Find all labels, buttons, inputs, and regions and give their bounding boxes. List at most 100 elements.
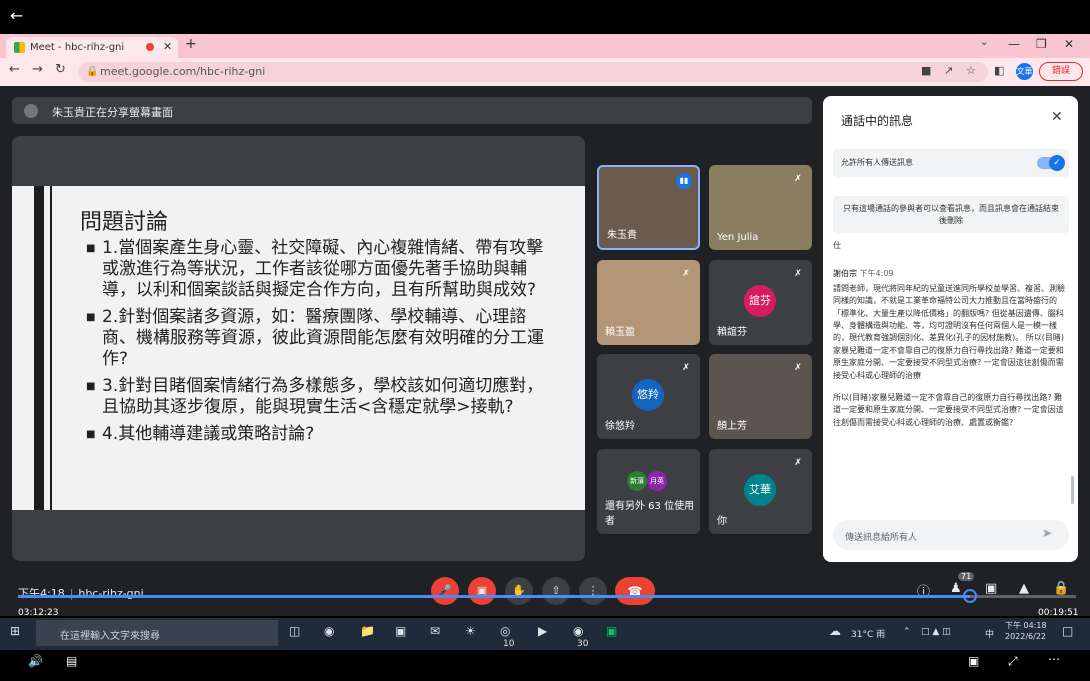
tab-list-chevron-icon[interactable]: ⌄ <box>980 37 988 48</box>
store-icon[interactable]: ▣ <box>395 624 406 638</box>
participant-chip: 月英 <box>647 471 667 491</box>
participant-tile[interactable]: ✗ 顏上芳 <box>709 354 812 439</box>
taskbar-search[interactable]: 在這裡輸入文字來搜尋 <box>36 620 278 646</box>
camera-off-button[interactable]: ▣ <box>468 577 496 605</box>
chat-sender-row: 謝伯宗 下午4:09 <box>833 268 1069 280</box>
slide-bullet: 4.其他輔導建議或策略討論? <box>86 424 546 445</box>
volume-icon[interactable]: 🔊 <box>28 654 43 668</box>
windows-start-icon[interactable]: ⊞ <box>10 624 20 638</box>
slide-title: 問題討論 <box>80 210 169 235</box>
task-view-icon[interactable]: ◫ <box>289 624 300 638</box>
self-tile[interactable]: ✗ 艾華 你 <box>709 449 812 534</box>
browser-error-button[interactable]: 錯誤 <box>1039 62 1083 81</box>
clock-date: 2022/6/22 <box>1005 632 1047 641</box>
pip-icon[interactable]: ▣ <box>968 654 979 668</box>
chat-scrollbar[interactable] <box>1071 476 1074 504</box>
presenter-bar: 朱玉貴正在分享螢幕畫面 <box>12 97 812 124</box>
elapsed-time: 03:12:23 <box>18 608 59 618</box>
host-controls-icon[interactable]: 🔒 <box>1053 581 1069 596</box>
weather-icon: ☁ <box>829 624 841 638</box>
tray-icons[interactable]: □ ▲ ◫ <box>921 627 951 637</box>
chat-panel: 通話中的訊息 ✕ 允許所有人傳送訊息 ✓ 只有這場通話的參與者可以查看訊息，而且… <box>823 96 1078 562</box>
participant-tile[interactable]: ✗ Yen Julia <box>709 165 812 250</box>
participant-tile[interactable]: ▮▮ 朱玉貴 <box>597 165 700 250</box>
more-participants-label: 還有另外 63 位使用者 <box>605 501 695 527</box>
participant-name: Yen Julia <box>717 232 759 243</box>
shared-slide: 問題討論 1.當個案產生身心靈、社交障礙、內心複雜情緒、帶有攻擊或激進行為等狀況… <box>12 186 585 510</box>
mic-off-icon: ✗ <box>682 269 690 279</box>
participant-tile[interactable]: ✗ 悠羚 徐悠羚 <box>597 354 700 439</box>
participant-name: 朱玉貴 <box>607 230 637 241</box>
window-close-icon[interactable]: ✕ <box>1064 37 1074 51</box>
browser-tab[interactable]: Meet - hbc-rihz-gni ✕ <box>6 37 178 58</box>
url-field[interactable]: meet.google.com/hbc-rihz-gni <box>78 62 988 82</box>
captions-icon[interactable]: ▤ <box>66 654 77 668</box>
chat-messages[interactable]: 仕 謝伯宗 下午4:09 請問老師，現代將同年紀的兒童送進同所學校並學習、複習、… <box>833 240 1069 515</box>
tab-close-icon[interactable]: ✕ <box>163 40 172 53</box>
weather-text: 31°C 雨 <box>851 630 886 640</box>
mic-off-icon: ✗ <box>682 363 690 373</box>
chat-input[interactable]: 傳送訊息給所有人 <box>833 520 1069 550</box>
participant-tile[interactable]: ✗ 賴玉盈 <box>597 260 700 345</box>
send-icon[interactable]: ➤ <box>1042 526 1052 540</box>
play-icon[interactable]: ▶ <box>538 624 547 638</box>
allow-messages-toggle[interactable]: ✓ <box>1037 155 1065 171</box>
file-explorer-icon[interactable]: 📁 <box>360 624 375 638</box>
slide-bullet: 1.當個案產生身心靈、社交障礙、內心複雜情緒、帶有攻擊或激進行為等狀況，工作者該… <box>86 238 546 301</box>
slide-bullets: 1.當個案產生身心靈、社交障礙、內心複雜情緒、帶有攻擊或激進行為等狀況，工作者該… <box>86 238 546 451</box>
speaking-icon: ▮▮ <box>676 173 692 189</box>
remaining-time: 00:19:51 <box>1038 608 1079 618</box>
bookmark-star-icon[interactable]: ☆ <box>966 64 976 77</box>
participant-avatar: 悠羚 <box>632 379 664 411</box>
participant-name: 賴玉盈 <box>605 327 635 338</box>
top-black-bar: ← <box>0 0 1090 34</box>
app-icon[interactable]: ☀ <box>465 624 476 638</box>
slide-bullet: 3.針對目睹個案情緒行為多樣態多，學校該如何適切應對，且協助其逐步復原，能與現實… <box>86 376 546 418</box>
raise-hand-button[interactable]: ✋ <box>505 577 533 605</box>
activities-icon[interactable]: ▲ <box>1019 581 1029 596</box>
edge-icon[interactable]: ◉ <box>324 624 334 638</box>
more-participants-tile[interactable]: 新濱 月英 還有另外 63 位使用者 <box>597 449 700 534</box>
tray-chevron-icon[interactable]: ⌃ <box>903 627 911 637</box>
share-icon[interactable]: ↗ <box>944 64 953 77</box>
profile-avatar[interactable]: 文華 <box>1016 63 1033 80</box>
reload-icon[interactable]: ↻ <box>55 62 66 77</box>
present-button[interactable]: ⇧ <box>542 577 570 605</box>
close-icon[interactable]: ✕ <box>1051 109 1063 125</box>
mail-icon[interactable]: ✉ <box>430 624 440 638</box>
sidepanel-icon[interactable]: ◧ <box>994 64 1004 77</box>
chat-notice: 只有這場通話的參與者可以查看訊息，而且訊息會在通話結束後刪除 <box>833 196 1069 233</box>
more-vert-icon[interactable]: ⋯ <box>1048 652 1060 666</box>
meeting-time: 下午4:18 <box>18 587 65 600</box>
playback-progress[interactable] <box>18 589 1076 603</box>
new-tab-icon[interactable]: + <box>185 36 197 52</box>
mic-off-icon: ✗ <box>794 363 802 373</box>
lock-icon[interactable]: 🔒 <box>86 66 98 77</box>
maximize-icon[interactable]: ❐ <box>1036 37 1047 51</box>
participant-name: 賴誼芬 <box>717 327 747 338</box>
camera-icon[interactable]: ■ <box>921 64 931 77</box>
ime-indicator[interactable]: 中 <box>985 627 994 640</box>
chrome-icon[interactable]: ◎ <box>500 624 510 638</box>
participant-name: 徐悠羚 <box>605 421 635 432</box>
mic-off-icon: ✗ <box>794 458 802 468</box>
chat-partial-text: 仕 <box>833 241 841 250</box>
participant-tile[interactable]: ✗ 誼芬 賴誼芬 <box>709 260 812 345</box>
bottom-black-bar: 🔊 ▤ ▣ ⤢ ⋯ <box>0 650 1090 681</box>
app-icon-2[interactable]: ◉ <box>573 624 583 638</box>
tab-title: Meet - hbc-rihz-gni <box>30 42 125 53</box>
back-arrow-icon[interactable]: ← <box>10 6 23 25</box>
chat-message: 所以(目睹)家暴兒難道一定不會靠自己的復原力自行尋找出路? 難道一定要和原生家庭… <box>833 393 1064 427</box>
minimize-icon[interactable]: — <box>1008 37 1020 51</box>
forward-icon[interactable]: → <box>32 62 43 77</box>
notifications-icon[interactable]: □ <box>1062 624 1073 638</box>
fullscreen-exit-icon[interactable]: ⤢ <box>1008 654 1018 669</box>
people-icon[interactable]: ♟ <box>950 581 962 596</box>
line-icon[interactable]: ▣ <box>606 624 617 638</box>
back-icon[interactable]: ← <box>9 62 20 77</box>
taskbar-clock[interactable]: 下午 04:18 2022/6/22 <box>1005 620 1047 642</box>
chat-icon[interactable]: ▣ <box>985 581 997 596</box>
mic-off-button[interactable]: 🎤 <box>431 577 459 605</box>
leave-call-button[interactable]: ☎ <box>615 577 655 605</box>
more-options-button[interactable]: ⋮ <box>579 577 607 605</box>
